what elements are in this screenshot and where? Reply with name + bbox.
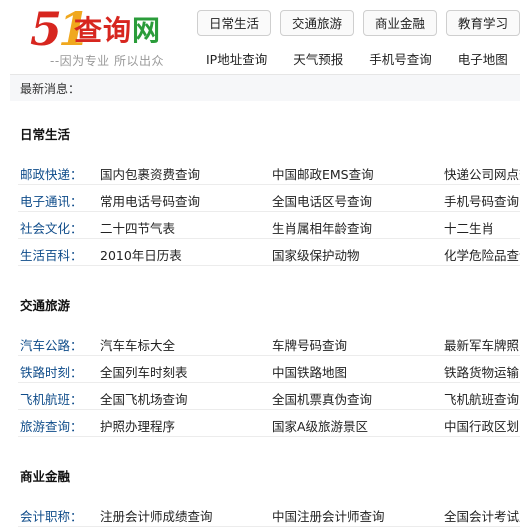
category-link[interactable]: 注册会计师成绩查询 bbox=[100, 506, 213, 525]
section-business-finance: 会计职称： 注册会计师成绩查询 中国注册会计师查询 全国会计考试成 bbox=[0, 500, 520, 527]
category-link[interactable]: 中国注册会计师查询 bbox=[272, 506, 385, 525]
category-link[interactable]: 国家级保护动物 bbox=[272, 245, 360, 264]
logo-text-wang: 网 bbox=[132, 14, 162, 47]
category-label: 飞机航班： bbox=[20, 392, 83, 407]
category-label: 汽车公路： bbox=[20, 338, 83, 353]
category-link[interactable]: 汽车车标大全 bbox=[100, 335, 175, 354]
category-label: 生活百科： bbox=[20, 248, 83, 263]
category-link[interactable]: 铁路货物运输 bbox=[444, 362, 519, 381]
category-link[interactable]: 最新军车牌照 bbox=[444, 335, 519, 354]
category-row: 会计职称： 注册会计师成绩查询 中国注册会计师查询 全国会计考试成 bbox=[18, 500, 520, 527]
subnav-link-mobile[interactable]: 手机号查询 bbox=[369, 49, 432, 68]
category-link[interactable]: 化学危险品查询 bbox=[444, 245, 520, 264]
category-row: 汽车公路： 汽车车标大全 车牌号码查询 最新军车牌照 bbox=[18, 329, 520, 356]
site-header: 5 1 查询网 --因为专业 所以出众 日常生活 交通旅游 商业金融 教育学习 IP地… bbox=[0, 0, 520, 72]
logo-text: 查询网 bbox=[74, 14, 161, 48]
category-link[interactable]: 中国行政区划 bbox=[444, 416, 519, 435]
category-row: 社会文化： 二十四节气表 生肖属相年龄查询 十二生肖 bbox=[18, 212, 520, 239]
category-link[interactable]: 二十四节气表 bbox=[100, 218, 175, 237]
category-link[interactable]: 快递公司网点查 bbox=[444, 164, 520, 183]
category-row: 电子通讯： 常用电话号码查询 全国电话区号查询 手机号码查询 bbox=[18, 185, 520, 212]
category-link[interactable]: 中国铁路地图 bbox=[272, 362, 347, 381]
category-label: 邮政快递： bbox=[20, 167, 83, 182]
nav-tab-traffic-travel[interactable]: 交通旅游 bbox=[280, 10, 355, 36]
category-row: 邮政快递： 国内包裹资费查询 中国邮政EMS查询 快递公司网点查 bbox=[18, 158, 520, 185]
category-row: 铁路时刻： 全国列车时刻表 中国铁路地图 铁路货物运输 bbox=[18, 356, 520, 383]
nav-tab-education[interactable]: 教育学习 bbox=[446, 10, 520, 36]
logo-text-chaxun: 查询 bbox=[74, 14, 133, 47]
category-link[interactable]: 生肖属相年龄查询 bbox=[272, 218, 372, 237]
category-link[interactable]: 全国列车时刻表 bbox=[100, 362, 188, 381]
category-link[interactable]: 全国电话区号查询 bbox=[272, 191, 372, 210]
subnav-link-ip[interactable]: IP地址查询 bbox=[206, 49, 267, 68]
category-link[interactable]: 车牌号码查询 bbox=[272, 335, 347, 354]
category-label: 电子通讯： bbox=[20, 194, 83, 209]
news-bar: 最新消息： bbox=[10, 74, 520, 101]
nav-tab-business-finance[interactable]: 商业金融 bbox=[363, 10, 438, 36]
site-slogan: --因为专业 所以出众 bbox=[50, 54, 164, 68]
category-row: 飞机航班： 全国飞机场查询 全国机票真伪查询 飞机航班查询 bbox=[18, 383, 520, 410]
section-daily-life: 邮政快递： 国内包裹资费查询 中国邮政EMS查询 快递公司网点查 电子通讯： 常… bbox=[0, 158, 520, 266]
category-link[interactable]: 中国邮政EMS查询 bbox=[272, 164, 374, 183]
site-logo[interactable]: 5 1 查询网 --因为专业 所以出众 bbox=[14, 4, 194, 68]
nav-tab-daily-life[interactable]: 日常生活 bbox=[197, 10, 272, 36]
category-link[interactable]: 常用电话号码查询 bbox=[100, 191, 200, 210]
category-row: 旅游查询： 护照办理程序 国家A级旅游景区 中国行政区划 bbox=[18, 410, 520, 437]
category-row: 生活百科： 2010年日历表 国家级保护动物 化学危险品查询 bbox=[18, 239, 520, 266]
section-title-traffic-travel: 交通旅游 bbox=[20, 298, 71, 313]
category-link[interactable]: 全国飞机场查询 bbox=[100, 389, 188, 408]
category-label: 会计职称： bbox=[20, 509, 83, 524]
main-nav: 日常生活 交通旅游 商业金融 教育学习 bbox=[197, 10, 520, 38]
news-label: 最新消息： bbox=[20, 82, 81, 96]
section-title-business-finance: 商业金融 bbox=[20, 469, 71, 484]
category-link[interactable]: 手机号码查询 bbox=[444, 191, 519, 210]
category-link[interactable]: 全国机票真伪查询 bbox=[272, 389, 372, 408]
sub-nav: IP地址查询 天气预报 手机号查询 电子地图 bbox=[206, 49, 520, 68]
section-title-daily-life: 日常生活 bbox=[20, 127, 71, 142]
subnav-link-weather[interactable]: 天气预报 bbox=[293, 49, 343, 68]
category-link[interactable]: 2010年日历表 bbox=[100, 245, 182, 264]
category-link[interactable]: 国内包裹资费查询 bbox=[100, 164, 200, 183]
category-link[interactable]: 十二生肖 bbox=[444, 218, 494, 237]
category-label: 铁路时刻： bbox=[20, 365, 83, 380]
category-label: 旅游查询： bbox=[20, 419, 83, 434]
subnav-link-map[interactable]: 电子地图 bbox=[458, 49, 508, 68]
category-link[interactable]: 全国会计考试成 bbox=[444, 506, 520, 525]
category-link[interactable]: 国家A级旅游景区 bbox=[272, 416, 368, 435]
category-link[interactable]: 护照办理程序 bbox=[100, 416, 175, 435]
category-label: 社会文化： bbox=[20, 221, 83, 236]
section-traffic-travel: 汽车公路： 汽车车标大全 车牌号码查询 最新军车牌照 铁路时刻： 全国列车时刻表… bbox=[0, 329, 520, 437]
category-link[interactable]: 飞机航班查询 bbox=[444, 389, 519, 408]
